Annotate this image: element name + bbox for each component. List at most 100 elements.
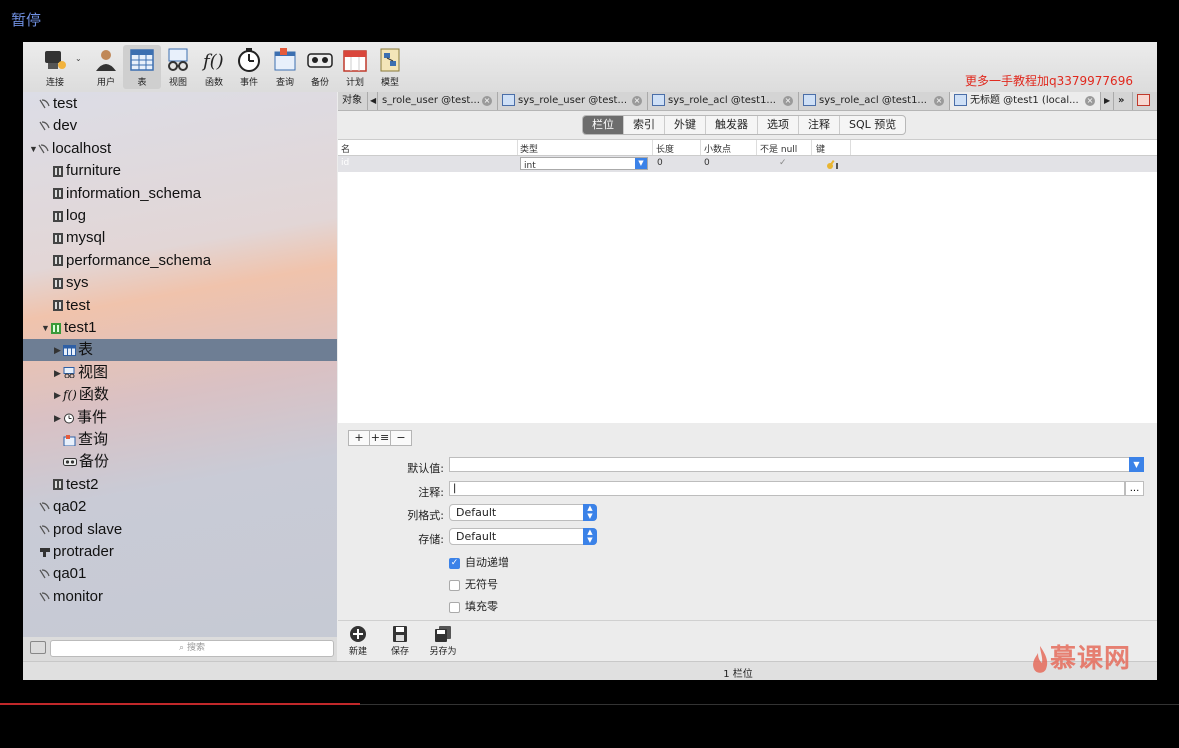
sidebar-item-database[interactable]: mysql bbox=[23, 227, 337, 249]
segment-tab[interactable]: 栏位 bbox=[583, 116, 624, 134]
tab-document[interactable]: sys_role_acl @test1... × bbox=[799, 92, 950, 110]
sidebar-item-database[interactable]: test bbox=[23, 295, 337, 317]
tab-document-active[interactable]: 无标题 @test1 (local... × bbox=[950, 92, 1101, 110]
tab-document[interactable]: sys_role_acl @test1... × bbox=[648, 92, 799, 110]
sidebar-item-connection[interactable]: dev bbox=[23, 115, 337, 137]
segment-tab[interactable]: 注释 bbox=[799, 116, 840, 134]
sidebar-item-label: qa01 bbox=[53, 565, 87, 583]
field-name-cell[interactable]: id bbox=[341, 158, 349, 168]
auto-increment-checkbox[interactable]: ✓ 自动递增 bbox=[449, 554, 509, 570]
sidebar-item-database[interactable]: test2 bbox=[23, 474, 337, 496]
tab-document[interactable]: s_role_user @test... × bbox=[378, 92, 498, 110]
chevron-down-icon[interactable]: ▼ bbox=[1129, 457, 1144, 472]
toolbar-connect-button[interactable]: 连接 bbox=[36, 45, 74, 89]
toolbar-event-button[interactable]: 事件 bbox=[230, 45, 268, 89]
fields-grid[interactable]: 名 类型 长度 小数点 不是 null 键 id int ▼ 0 0 ✓ bbox=[338, 139, 1157, 423]
table-row[interactable]: id int ▼ 0 0 ✓ bbox=[338, 156, 1157, 172]
sidebar-item-connection-alt[interactable]: protrader bbox=[23, 541, 337, 563]
not-null-checkbox[interactable]: ✓ bbox=[779, 158, 787, 168]
toolbar-table-button[interactable]: 表 bbox=[123, 45, 161, 89]
tab-scroll-right-icon[interactable]: ▶ bbox=[1101, 92, 1114, 110]
tab-scroll-left-icon[interactable]: ◀ bbox=[368, 92, 378, 110]
segment-tab[interactable]: SQL 预览 bbox=[840, 116, 905, 134]
toolbar-function-button[interactable]: f() 函数 bbox=[195, 45, 233, 89]
sidebar-item-database[interactable]: information_schema bbox=[23, 183, 337, 205]
sidebar-item-label: monitor bbox=[53, 587, 104, 605]
segment-tab[interactable]: 索引 bbox=[624, 116, 665, 134]
tab-objects[interactable]: 对象 bbox=[338, 92, 368, 110]
tab-new-query-icon[interactable] bbox=[1133, 92, 1157, 110]
sidebar-item-connection[interactable]: qa01 bbox=[23, 563, 337, 585]
tab-document[interactable]: sys_role_user @test... × bbox=[498, 92, 648, 110]
disclosure-closed-icon[interactable]: ▶ bbox=[54, 384, 63, 406]
toolbar-backup-button[interactable]: 备份 bbox=[301, 45, 339, 89]
close-icon[interactable]: × bbox=[632, 96, 642, 106]
sidebar-item-connection[interactable]: qa02 bbox=[23, 496, 337, 518]
field-length-cell[interactable]: 0 bbox=[657, 158, 663, 168]
sidebar-item-database[interactable]: performance_schema bbox=[23, 250, 337, 272]
close-icon[interactable]: × bbox=[482, 96, 492, 106]
field-decimals-cell[interactable]: 0 bbox=[704, 158, 710, 168]
sidebar-item-database-open[interactable]: ▼ test1 bbox=[23, 317, 337, 339]
close-icon[interactable]: × bbox=[1085, 96, 1095, 106]
segment-tab[interactable]: 触发器 bbox=[706, 116, 758, 134]
sidebar-item-database[interactable]: furniture bbox=[23, 160, 337, 182]
sidebar-item-events[interactable]: ▶ 事件 bbox=[23, 407, 337, 429]
close-icon[interactable]: × bbox=[934, 96, 944, 106]
tab-overflow-icon[interactable]: » bbox=[1114, 92, 1133, 110]
unsigned-checkbox[interactable]: 无符号 bbox=[449, 576, 498, 592]
disclosure-closed-icon[interactable]: ▶ bbox=[54, 339, 63, 361]
disclosure-open-icon[interactable]: ▼ bbox=[41, 317, 50, 339]
sidebar-item-connection[interactable]: test bbox=[23, 93, 337, 115]
disclosure-closed-icon[interactable]: ▶ bbox=[54, 407, 63, 429]
sidebar-item-connection[interactable]: ▼ localhost bbox=[23, 138, 337, 160]
storage-select[interactable]: Default ▲ ▼ bbox=[449, 528, 597, 545]
unsigned-label: 无符号 bbox=[465, 578, 498, 591]
comment-field[interactable]: | bbox=[449, 481, 1125, 496]
add-field-button[interactable]: + bbox=[348, 430, 370, 446]
sidebar-item-functions[interactable]: ▶ f() 函数 bbox=[23, 384, 337, 406]
chevron-down-icon[interactable]: ⌄ bbox=[75, 54, 82, 63]
toolbar-user-button[interactable]: 用户 bbox=[87, 45, 125, 89]
save-button[interactable]: 保存 bbox=[380, 625, 420, 657]
pause-label[interactable]: 暂停 bbox=[11, 9, 41, 30]
table-edit-icon bbox=[652, 94, 665, 106]
segment-tab[interactable]: 选项 bbox=[758, 116, 799, 134]
toolbar-view-button[interactable]: 视图 bbox=[159, 45, 197, 89]
toolbar-query-button[interactable]: 查询 bbox=[266, 45, 304, 89]
sidebar-item-connection[interactable]: prod slave bbox=[23, 519, 337, 541]
event-icon bbox=[238, 48, 260, 72]
comment-more-button[interactable]: ... bbox=[1125, 481, 1144, 496]
sidebar-toggle-icon[interactable] bbox=[30, 641, 46, 654]
checkbox-checked-icon: ✓ bbox=[449, 557, 460, 569]
storage-label: 存储: bbox=[418, 533, 444, 546]
remove-field-button[interactable]: − bbox=[390, 430, 412, 446]
sidebar-search-input[interactable]: ⌕ 搜索 bbox=[50, 640, 334, 657]
sidebar-item-connection[interactable]: monitor bbox=[23, 586, 337, 608]
sidebar-item-database[interactable]: log bbox=[23, 205, 337, 227]
default-value-field[interactable]: ▼ bbox=[449, 457, 1144, 472]
close-icon[interactable]: × bbox=[783, 96, 793, 106]
insert-field-button[interactable]: +≡ bbox=[369, 430, 391, 446]
disclosure-open-icon[interactable]: ▼ bbox=[29, 138, 38, 160]
save-as-button[interactable]: 另存为 bbox=[423, 625, 463, 657]
column-format-select[interactable]: Default ▲ ▼ bbox=[449, 504, 597, 521]
sidebar-item-label: 事件 bbox=[77, 408, 108, 426]
toolbar-model-button[interactable]: 模型 bbox=[371, 45, 409, 89]
zerofill-checkbox[interactable]: 填充零 bbox=[449, 598, 498, 614]
sidebar-item-backups[interactable]: 备份 bbox=[23, 451, 337, 473]
user-icon bbox=[96, 50, 116, 71]
header-type: 类型 bbox=[520, 145, 539, 155]
sidebar-item-queries[interactable]: 查询 bbox=[23, 429, 337, 451]
disclosure-closed-icon[interactable]: ▶ bbox=[54, 362, 63, 384]
key-icon[interactable] bbox=[826, 158, 840, 170]
toolbar-schedule-button[interactable]: 计划 bbox=[336, 45, 374, 89]
sidebar-item-label: test bbox=[53, 95, 78, 112]
field-type-select[interactable]: int ▼ bbox=[520, 157, 648, 171]
sidebar-item-views[interactable]: ▶ 视图 bbox=[23, 362, 337, 384]
sidebar-item-database[interactable]: sys bbox=[23, 272, 337, 294]
sidebar-item-label: test1 bbox=[64, 319, 97, 336]
sidebar-item-tables[interactable]: ▶ 表 bbox=[23, 339, 337, 362]
segment-tab[interactable]: 外键 bbox=[665, 116, 706, 134]
new-button[interactable]: 新建 bbox=[338, 625, 378, 657]
